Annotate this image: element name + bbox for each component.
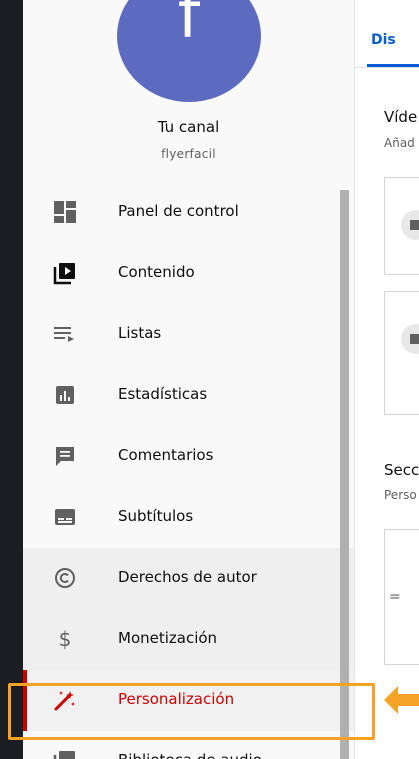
sidebar-item-label: Comentarios: [118, 446, 214, 464]
section-title: Secc: [384, 461, 419, 479]
sidebar-item-label: Biblioteca de audio: [118, 751, 262, 759]
sidebar-item-label: Listas: [118, 324, 162, 342]
sidebar-menu: Panel de control Contenido Listas Estadí…: [23, 182, 354, 759]
avatar-letter: f: [177, 0, 201, 53]
sidebar-item-label: Estadísticas: [118, 385, 208, 403]
channel-title: Tu canal: [157, 118, 220, 136]
svg-text:$: $: [59, 627, 72, 651]
section-card[interactable]: =: [384, 529, 419, 665]
video-card-icon: [401, 324, 419, 354]
dashboard-icon: [53, 200, 77, 224]
sidebar-item-label: Monetización: [118, 629, 218, 647]
playlists-icon: [53, 322, 77, 346]
sidebar-item-label: Derechos de autor: [118, 568, 257, 586]
sidebar-item-playlists[interactable]: Listas: [23, 304, 354, 365]
sidebar: f Tu canal flyerfacil Panel de control C…: [23, 0, 354, 759]
channel-avatar[interactable]: f: [117, 0, 261, 102]
sidebar-scrollbar-thumb[interactable]: [340, 190, 349, 759]
tab-divider: [355, 67, 419, 68]
section-subtitle: Perso: [384, 488, 417, 502]
window-frame: [0, 0, 23, 759]
sidebar-item-label: Subtítulos: [118, 507, 194, 525]
dollar-icon: $: [53, 627, 77, 651]
subtitles-icon: [53, 505, 77, 529]
section-title: Víde: [384, 108, 418, 126]
channel-handle: flyerfacil: [161, 147, 216, 161]
sidebar-item-subtitles[interactable]: Subtítulos: [23, 487, 354, 548]
video-card[interactable]: [384, 177, 419, 275]
main-panel: Dis Víde Añad Secc Perso =: [354, 0, 419, 759]
content-icon: [53, 261, 77, 285]
video-card[interactable]: [384, 291, 419, 415]
sidebar-item-comments[interactable]: Comentarios: [23, 426, 354, 487]
sidebar-item-content[interactable]: Contenido: [23, 243, 354, 304]
copyright-icon: [53, 566, 77, 590]
highlight-annotation: [8, 683, 375, 740]
analytics-icon: [53, 383, 77, 407]
section-subtitle: Añad: [384, 136, 415, 150]
video-card-icon: [401, 210, 419, 240]
sidebar-item-monetization[interactable]: $ Monetización: [23, 609, 354, 670]
tab-layout[interactable]: Dis: [371, 32, 396, 48]
sidebar-item-label: Contenido: [118, 263, 195, 281]
sidebar-item-analytics[interactable]: Estadísticas: [23, 365, 354, 426]
comments-icon: [53, 444, 77, 468]
arrow-left-icon: [384, 686, 419, 714]
sidebar-item-label: Panel de control: [118, 202, 239, 220]
sidebar-item-dashboard[interactable]: Panel de control: [23, 182, 354, 243]
drag-handle-icon[interactable]: =: [389, 589, 401, 605]
sidebar-item-copyright[interactable]: Derechos de autor: [23, 548, 354, 609]
audio-library-icon: [53, 749, 77, 759]
